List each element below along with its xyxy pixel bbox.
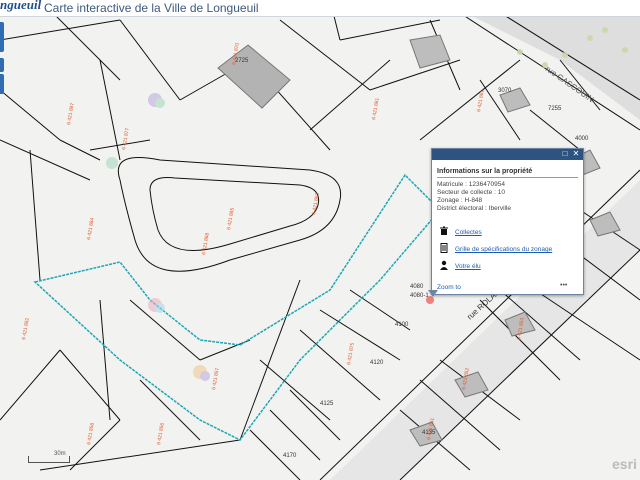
zoom-in-button[interactable] <box>0 22 4 52</box>
popup-title-bar: □ ✕ <box>432 149 583 160</box>
scale-label: 30m <box>54 451 66 457</box>
popup-pointer <box>428 290 438 297</box>
civic-number-label: 4120 <box>370 360 384 366</box>
close-icon[interactable]: ✕ <box>572 150 580 158</box>
more-actions-button[interactable]: ••• <box>560 282 567 289</box>
civic-number-label: 4080-1 <box>410 293 429 299</box>
app-header: ngueuil Carte interactive de la Ville de… <box>0 0 640 17</box>
zoom-to-link[interactable]: Zoom to <box>437 284 461 291</box>
collectes-link[interactable]: Collectes <box>455 229 482 236</box>
secteur-text: Secteur de collecte : 10 <box>437 189 505 196</box>
esri-attribution: esri <box>612 456 637 472</box>
civic-number-label: 4170 <box>283 453 297 459</box>
city-logo[interactable]: ngueuil <box>0 0 41 13</box>
document-icon <box>440 243 448 253</box>
district-text: District électoral : Iberville <box>437 205 512 212</box>
zonage-grid-link[interactable]: Grille de spécifications du zonage <box>455 246 552 253</box>
civic-number-label: 4100 <box>395 322 409 328</box>
selected-location-marker[interactable] <box>426 296 434 304</box>
maximize-icon[interactable]: □ <box>561 150 569 158</box>
votre-elu-link[interactable]: Votre élu <box>455 263 481 270</box>
civic-number-label: 4125 <box>320 401 334 407</box>
home-button[interactable] <box>0 58 4 72</box>
matricule-text: Matricule : 1236470954 <box>437 181 505 188</box>
scale-bar <box>28 456 70 463</box>
app-title: Carte interactive de la Ville de Longueu… <box>44 1 259 15</box>
property-info-popup: □ ✕ Informations sur la propriété Matric… <box>431 148 584 295</box>
civic-number-label: 2725 <box>235 58 249 64</box>
trash-icon <box>440 226 448 235</box>
civic-number-label: 7255 <box>548 106 562 112</box>
civic-number-label: 3070 <box>498 88 512 94</box>
civic-number-label: 4000 <box>575 136 589 142</box>
civic-number-label: 4135 <box>422 430 436 436</box>
zoom-out-button[interactable] <box>0 74 4 94</box>
person-icon <box>440 260 448 270</box>
zonage-text: Zonage : H-848 <box>437 197 483 204</box>
popup-divider <box>437 177 578 178</box>
civic-number-label: 4080 <box>410 284 424 290</box>
popup-title: Informations sur la propriété <box>437 168 533 175</box>
map-app: 6 421 887 6 421 877 6 421 870 6 421 881 … <box>0 0 640 480</box>
